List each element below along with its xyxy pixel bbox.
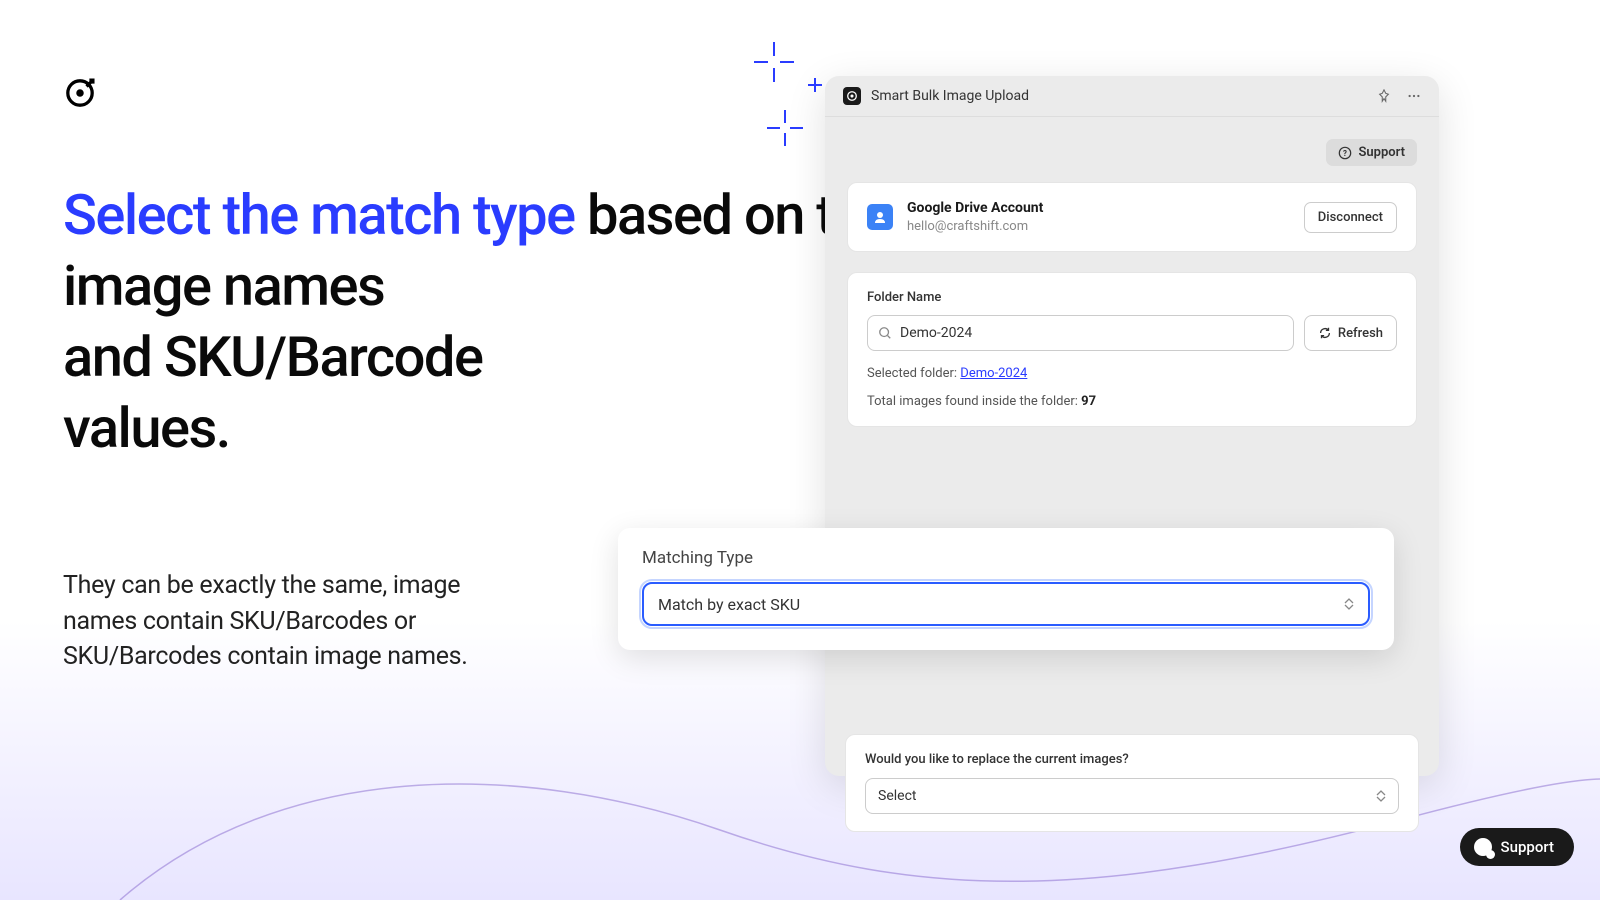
select-arrows-icon bbox=[1376, 790, 1386, 802]
svg-text:?: ? bbox=[1343, 149, 1347, 158]
matching-type-label: Matching Type bbox=[642, 548, 1370, 568]
chat-icon bbox=[1474, 838, 1492, 856]
disconnect-button[interactable]: Disconnect bbox=[1304, 202, 1397, 233]
brand-logo-icon bbox=[65, 78, 95, 108]
page-headline: Select the match type based on the image… bbox=[63, 180, 892, 464]
selected-folder-text: Selected folder: Demo-2024 bbox=[867, 366, 1397, 381]
folder-input-wrap[interactable] bbox=[867, 315, 1294, 351]
pin-icon[interactable] bbox=[1377, 89, 1391, 103]
drive-avatar-icon bbox=[867, 204, 893, 230]
matching-type-card: Matching Type Match by exact SKU bbox=[618, 528, 1394, 650]
page-subtext: They can be exactly the same, image name… bbox=[63, 568, 468, 675]
refresh-button[interactable]: Refresh bbox=[1304, 315, 1397, 351]
selected-folder-link[interactable]: Demo-2024 bbox=[960, 366, 1027, 381]
folder-card: Folder Name Refresh Selected folder: Dem… bbox=[847, 272, 1417, 427]
sparkle-decoration-icon bbox=[750, 38, 798, 86]
search-icon bbox=[878, 326, 892, 340]
matching-type-select[interactable]: Match by exact SKU bbox=[642, 582, 1370, 626]
app-window: Smart Bulk Image Upload ? Support Google… bbox=[825, 76, 1439, 776]
replace-card: Would you like to replace the current im… bbox=[845, 734, 1419, 832]
select-arrows-icon bbox=[1344, 598, 1354, 610]
app-title: Smart Bulk Image Upload bbox=[871, 88, 1029, 104]
total-images-text: Total images found inside the folder: 97 bbox=[867, 394, 1397, 409]
sparkle-decoration-icon bbox=[765, 108, 805, 148]
support-button[interactable]: ? Support bbox=[1326, 139, 1417, 166]
account-email: hello@craftshift.com bbox=[907, 219, 1290, 234]
help-icon: ? bbox=[1338, 146, 1352, 160]
replace-select[interactable]: Select bbox=[865, 778, 1399, 814]
sparkle-decoration-icon bbox=[808, 78, 822, 92]
folder-name-label: Folder Name bbox=[867, 290, 1397, 305]
account-card: Google Drive Account hello@craftshift.co… bbox=[847, 182, 1417, 252]
app-logo-icon bbox=[843, 87, 861, 105]
more-icon[interactable] bbox=[1407, 89, 1421, 103]
folder-input[interactable] bbox=[900, 325, 1283, 341]
refresh-icon bbox=[1318, 326, 1332, 340]
support-floating-button[interactable]: Support bbox=[1460, 828, 1574, 866]
app-header: Smart Bulk Image Upload bbox=[825, 76, 1439, 117]
account-title: Google Drive Account bbox=[907, 200, 1290, 216]
replace-label: Would you like to replace the current im… bbox=[865, 752, 1399, 767]
